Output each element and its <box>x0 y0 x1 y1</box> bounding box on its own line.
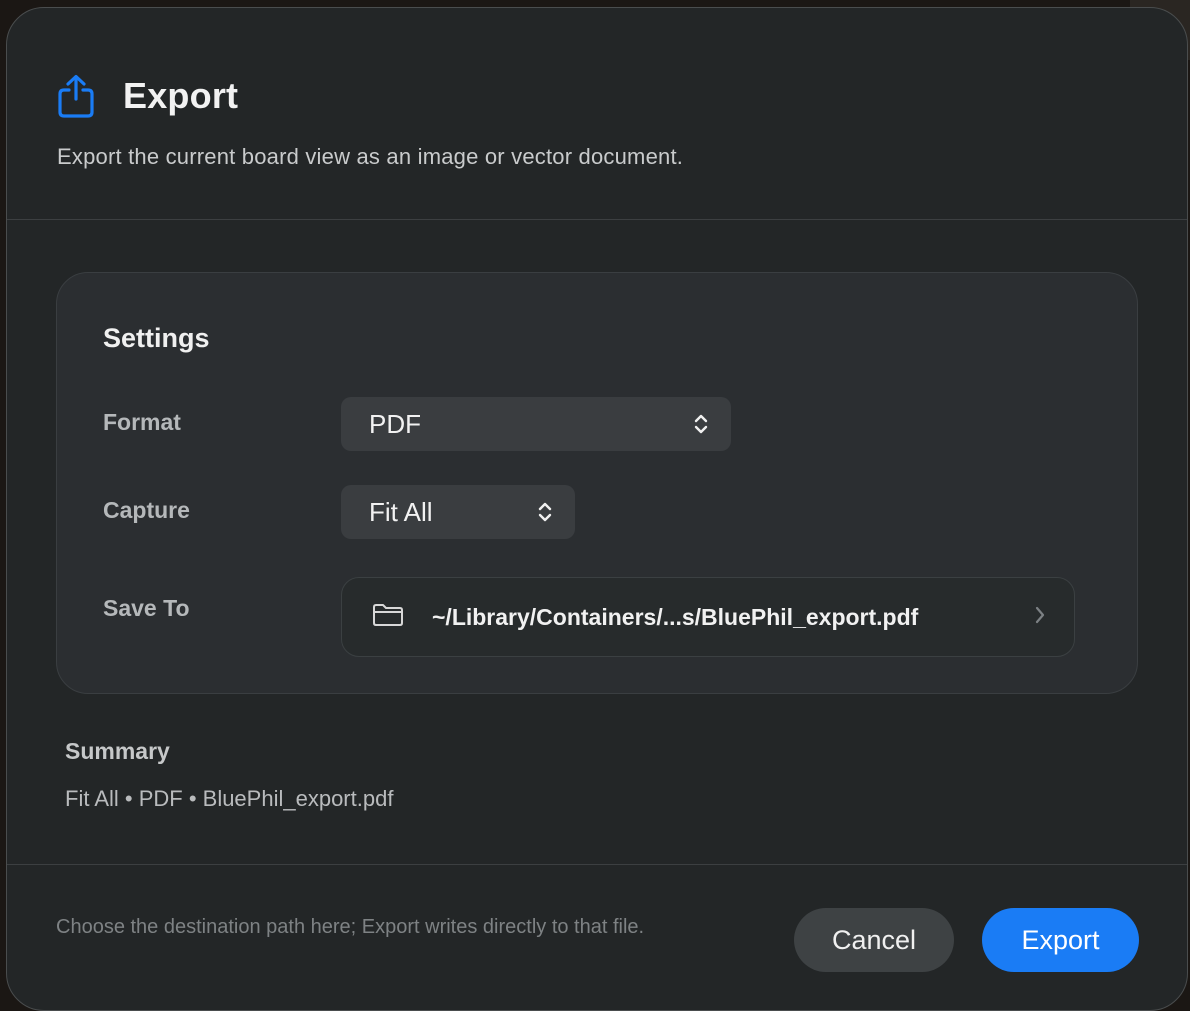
updown-chevron-icon <box>693 413 709 435</box>
chevron-right-icon <box>1034 605 1046 630</box>
updown-chevron-icon <box>537 501 553 523</box>
summary-title: Summary <box>65 738 170 764</box>
format-label: Format <box>103 409 181 435</box>
export-button[interactable]: Export <box>982 908 1139 972</box>
save-to-path: ~/Library/Containers/...s/BluePhil_expor… <box>432 603 919 630</box>
dialog-title: Export <box>123 75 239 116</box>
capture-value: Fit All <box>369 496 433 527</box>
settings-card: Settings Format PDF Capture Fit All Save… <box>56 272 1138 694</box>
settings-title: Settings <box>103 323 210 353</box>
folder-icon <box>372 603 404 632</box>
format-value: PDF <box>369 408 421 439</box>
dialog-subtitle: Export the current board view as an imag… <box>57 144 684 169</box>
format-select[interactable]: PDF <box>341 397 731 451</box>
summary-text: Fit All • PDF • BluePhil_export.pdf <box>65 786 394 811</box>
save-to-label: Save To <box>103 595 190 621</box>
capture-select[interactable]: Fit All <box>341 485 575 539</box>
export-dialog: Export Export the current board view as … <box>6 7 1188 1011</box>
header-divider <box>7 219 1187 220</box>
share-icon <box>57 74 101 118</box>
footer-note: Choose the destination path here; Export… <box>56 916 645 938</box>
cancel-button[interactable]: Cancel <box>794 908 954 972</box>
title-row: Export <box>57 74 238 118</box>
dialog-header: Export Export the current board view as … <box>7 8 1187 220</box>
capture-label: Capture <box>103 497 190 523</box>
footer-divider <box>7 864 1187 865</box>
save-to-path-button[interactable]: ~/Library/Containers/...s/BluePhil_expor… <box>341 577 1075 657</box>
